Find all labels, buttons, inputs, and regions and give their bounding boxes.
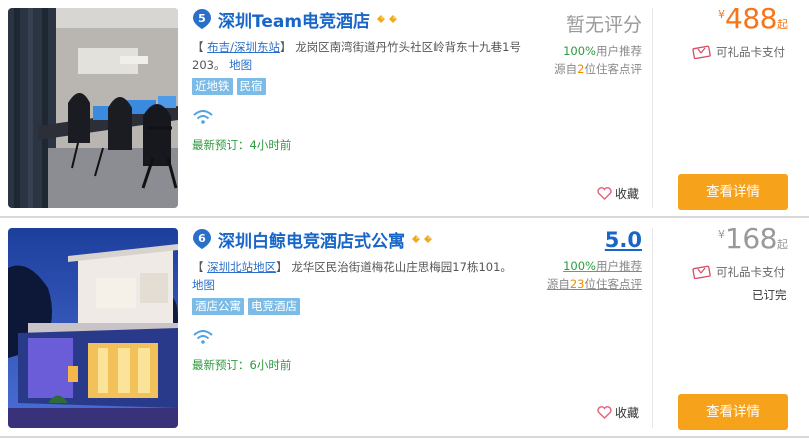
address-bracket-close: 】 [276,260,288,274]
diamond-rating-icon [376,13,400,25]
currency-symbol: ¥ [718,228,726,241]
favorite-button[interactable]: 收藏 [597,404,639,421]
address-text: 龙华区民治街道梅花山庄思梅园17栋101。 [291,260,512,274]
hotel-photo[interactable] [8,8,178,208]
title-row: 6 深圳白鲸电竞酒店式公寓 [192,226,532,252]
rating-block: 暂无评分 100%用户推荐 源自2位住客点评 [530,10,642,77]
favorite-button[interactable]: 收藏 [597,185,639,202]
price-amount: 168 [725,222,777,255]
gift-card-icon [692,265,711,279]
hotel-info: 6 深圳白鲸电竞酒店式公寓 【 深圳北站地区】 龙华区民治街道梅花山庄思梅园17… [192,226,532,373]
hotel-name-link[interactable]: 深圳Team电竞酒店 [218,7,370,32]
hotel-number: 6 [198,232,206,245]
reviews-suffix: 位住客点评 [584,62,643,76]
column-divider [652,8,653,208]
recommend-label: 用户推荐 [596,259,642,273]
currency-symbol: ¥ [718,8,726,21]
hotel-number: 5 [198,12,206,25]
reviews-prefix: 源自 [546,277,570,291]
hotel-address: 【 布吉/深圳东站】 龙岗区南湾街道丹竹头社区岭背东十九巷1号203。 地图 [192,38,527,74]
map-link[interactable]: 地图 [229,58,252,72]
hotel-exterior-image [8,228,178,428]
view-details-button[interactable]: 查看详情 [678,174,788,210]
heart-icon [597,187,612,200]
title-row: 5 深圳Team电竞酒店 [192,6,532,32]
recommend-rate[interactable]: 100%用户推荐 [530,258,642,274]
gift-card-label: 可礼品卡支付 [716,45,785,59]
hotel-address: 【 深圳北站地区】 龙华区民治街道梅花山庄思梅园17栋101。 地图 [192,258,527,294]
price-amount: 488 [725,2,777,35]
esports-room-image [8,8,178,208]
score-text: 暂无评分 [565,14,642,36]
hotel-card: 6 深圳白鲸电竞酒店式公寓 【 深圳北站地区】 龙华区民治街道梅花山庄思梅园17… [0,220,809,438]
gift-card-label: 可礼品卡支付 [716,265,785,279]
hotel-card: 5 深圳Team电竞酒店 【 布吉/深圳东站】 龙岗区南湾街道丹竹头社区岭背东十… [0,0,809,218]
reviews-number: 2 [577,62,585,76]
review-count-link[interactable]: 源自23位住客点评 [530,276,642,292]
wifi-icon [193,110,213,124]
hotel-photo[interactable] [8,228,178,428]
map-link[interactable]: 地图 [192,278,215,292]
number-pin-icon: 6 [193,229,211,249]
area-link[interactable]: 深圳北站地区 [207,260,276,274]
recent-booking: 最新预订：4小时前 [192,138,292,152]
favorite-label: 收藏 [615,406,640,420]
gift-card-icon [692,45,711,59]
area-link[interactable]: 布吉/深圳东站 [207,40,280,54]
tag-homestay: 民宿 [236,78,266,95]
gift-card-info: 可礼品卡支付 [692,264,785,280]
tag-near-subway: 近地铁 [192,78,233,95]
address-bracket-open: 【 [192,260,204,274]
tag-serviced-apartment: 酒店公寓 [192,298,244,315]
recent-booking: 最新预订：6小时前 [192,358,292,372]
favorite-label: 收藏 [615,187,640,201]
review-count: 源自2位住客点评 [530,61,642,77]
sold-out-label: 已订完 [752,288,787,302]
diamond-rating-icon [411,233,435,245]
tag-list: 近地铁 民宿 [192,78,532,95]
view-details-button[interactable]: 查看详情 [678,394,788,430]
price: ¥168起 [655,222,788,255]
heart-icon [597,406,612,419]
reviews-prefix: 源自 [554,62,578,76]
reviews-number: 23 [569,277,585,291]
score-link[interactable]: 5.0 [605,228,642,252]
tag-esports-hotel: 电竞酒店 [248,298,300,315]
column-divider [652,228,653,428]
price-from-label: 起 [777,238,788,251]
reviews-suffix: 位住客点评 [584,277,643,291]
number-pin-icon: 5 [193,9,211,29]
address-bracket-close: 】 [280,40,292,54]
recommend-rate: 100%用户推荐 [530,43,642,59]
price: ¥488起 [655,2,788,35]
tag-list: 酒店公寓 电竞酒店 [192,298,532,315]
recommend-pct: 100% [563,259,596,273]
hotel-info: 5 深圳Team电竞酒店 【 布吉/深圳东站】 龙岗区南湾街道丹竹头社区岭背东十… [192,6,532,153]
recommend-label: 用户推荐 [596,44,642,58]
gift-card-info: 可礼品卡支付 [692,44,785,60]
wifi-icon [193,330,213,344]
price-from-label: 起 [777,18,788,31]
rating-block: 5.0 100%用户推荐 源自23位住客点评 [530,228,642,292]
hotel-name-link[interactable]: 深圳白鲸电竞酒店式公寓 [218,227,405,252]
recommend-pct: 100% [563,44,596,58]
address-bracket-open: 【 [192,40,204,54]
